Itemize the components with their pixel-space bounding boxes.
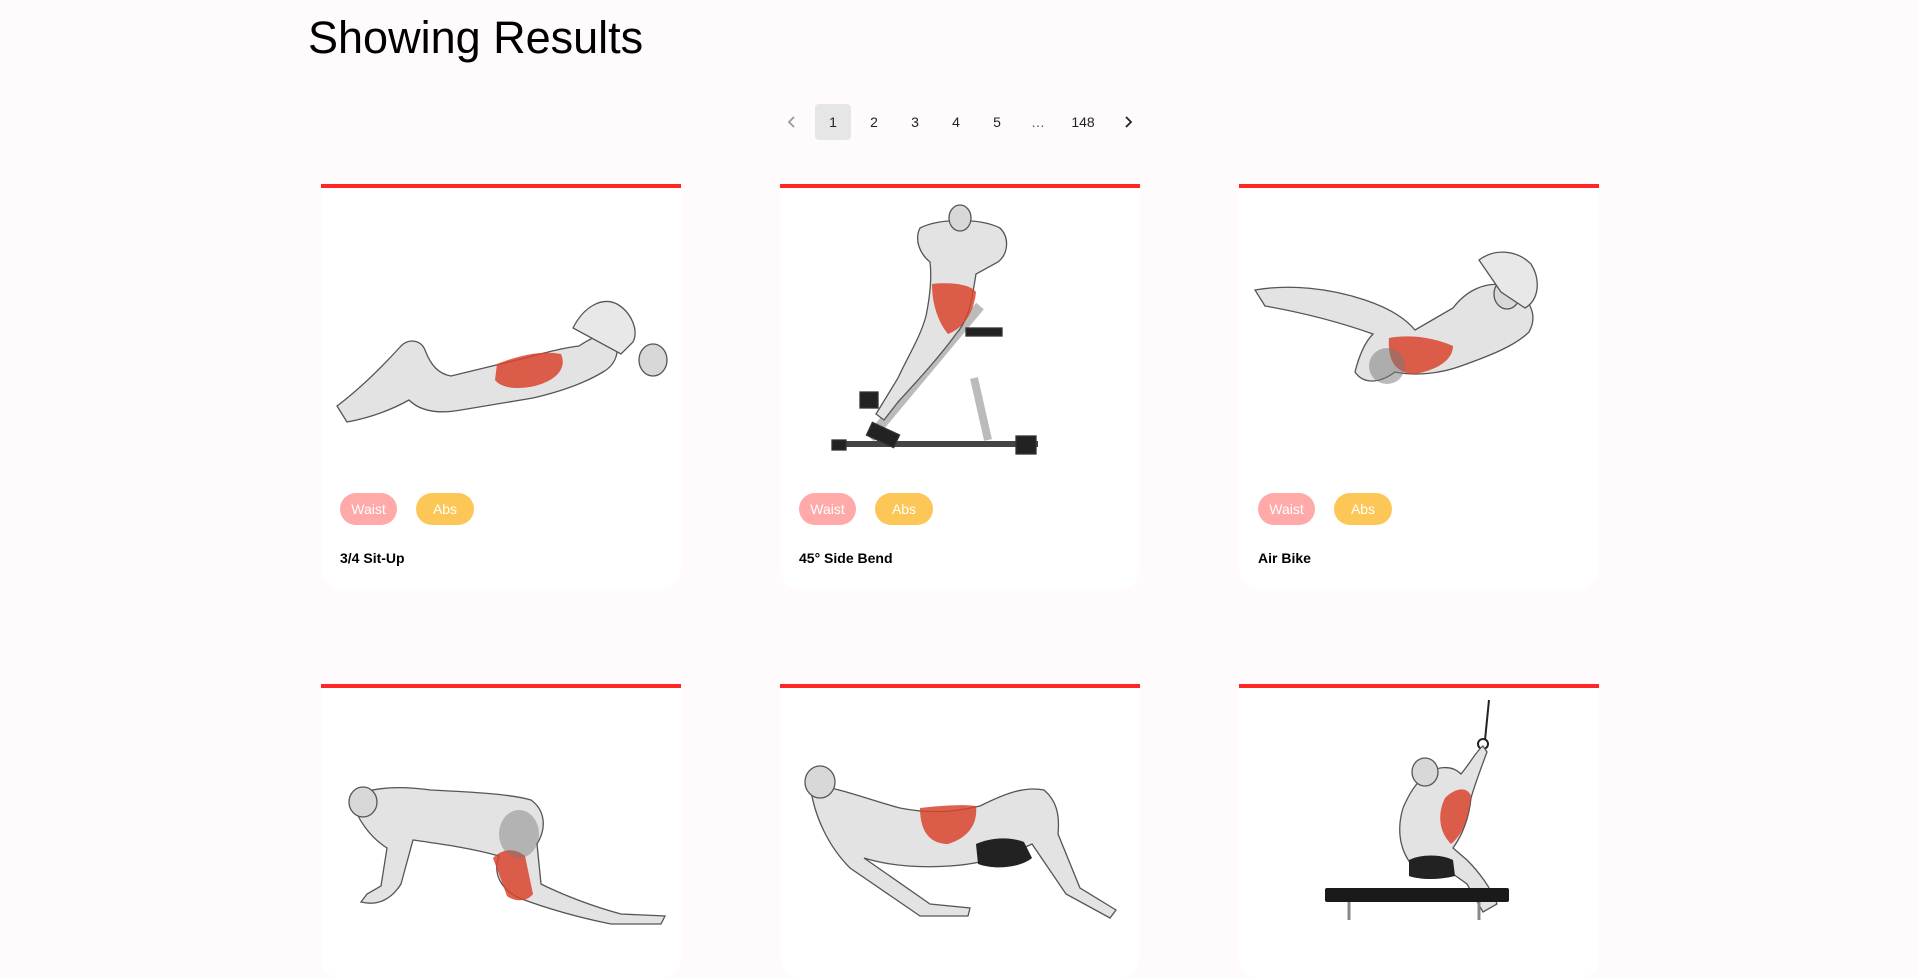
- target-tag[interactable]: Abs: [875, 493, 933, 525]
- target-tag[interactable]: Abs: [1334, 493, 1392, 525]
- target-tag[interactable]: Abs: [416, 493, 474, 525]
- exercise-illustration: [336, 300, 668, 423]
- page-button-2[interactable]: 2: [856, 104, 892, 140]
- page-title: Showing Results: [308, 12, 644, 63]
- page-button-1[interactable]: 1: [815, 104, 851, 140]
- exercise-card[interactable]: Waist Abs Air Bike: [1239, 184, 1599, 589]
- page-button-last[interactable]: 148: [1061, 104, 1105, 140]
- exercise-card[interactable]: Waist Abs 3/4 Sit-Up: [321, 184, 681, 589]
- exercise-card[interactable]: [780, 684, 1140, 978]
- chevron-left-icon: [787, 116, 795, 128]
- body-part-tag[interactable]: Waist: [799, 493, 856, 525]
- exercise-illustration: [831, 204, 1038, 455]
- exercise-card[interactable]: Waist Abs 45° Side Bend: [780, 184, 1140, 589]
- page-ellipsis: …: [1031, 114, 1045, 130]
- page-button-3[interactable]: 3: [897, 104, 933, 140]
- page-button-4[interactable]: 4: [938, 104, 974, 140]
- exercise-card[interactable]: [321, 684, 681, 978]
- body-part-tag[interactable]: Waist: [1258, 493, 1315, 525]
- prev-page-button[interactable]: [774, 104, 810, 140]
- page-button-5[interactable]: 5: [979, 104, 1015, 140]
- exercise-name: Air Bike: [1258, 550, 1311, 566]
- body-part-tag[interactable]: Waist: [340, 493, 397, 525]
- next-page-button[interactable]: [1110, 104, 1146, 140]
- chevron-right-icon: [1125, 116, 1133, 128]
- exercise-card[interactable]: [1239, 684, 1599, 978]
- exercise-name: 45° Side Bend: [799, 550, 893, 566]
- pagination: 1 2 3 4 5 … 148: [774, 104, 1151, 140]
- exercise-name: 3/4 Sit-Up: [340, 550, 405, 566]
- exercise-illustration: [1253, 251, 1538, 384]
